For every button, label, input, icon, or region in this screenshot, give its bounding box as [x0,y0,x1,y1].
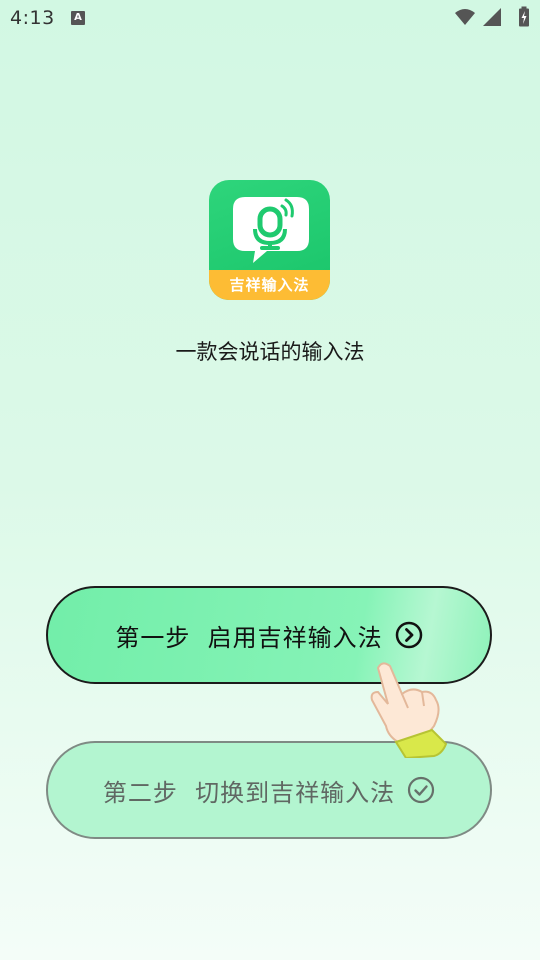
cellular-signal-icon [483,8,501,26]
chevron-right-circle-icon [395,621,422,649]
wifi-icon [455,9,475,25]
logo-banner: 吉祥输入法 [209,270,330,300]
microphone-bubble-icon [233,197,309,263]
app-logo: 吉祥输入法 [209,180,330,300]
tagline: 一款会说话的输入法 [175,340,365,364]
step2-label: 第二步 切换到吉祥输入法 [102,778,396,807]
battery-icon [519,6,529,27]
check-circle-icon [408,776,435,804]
status-bar: 4:13 A [0,0,540,36]
pointing-hand-icon [370,662,448,758]
step1-label: 第一步 启用吉祥输入法 [115,623,383,652]
keyboard-notification-icon: A [71,11,85,25]
status-time: 4:13 [10,7,55,29]
